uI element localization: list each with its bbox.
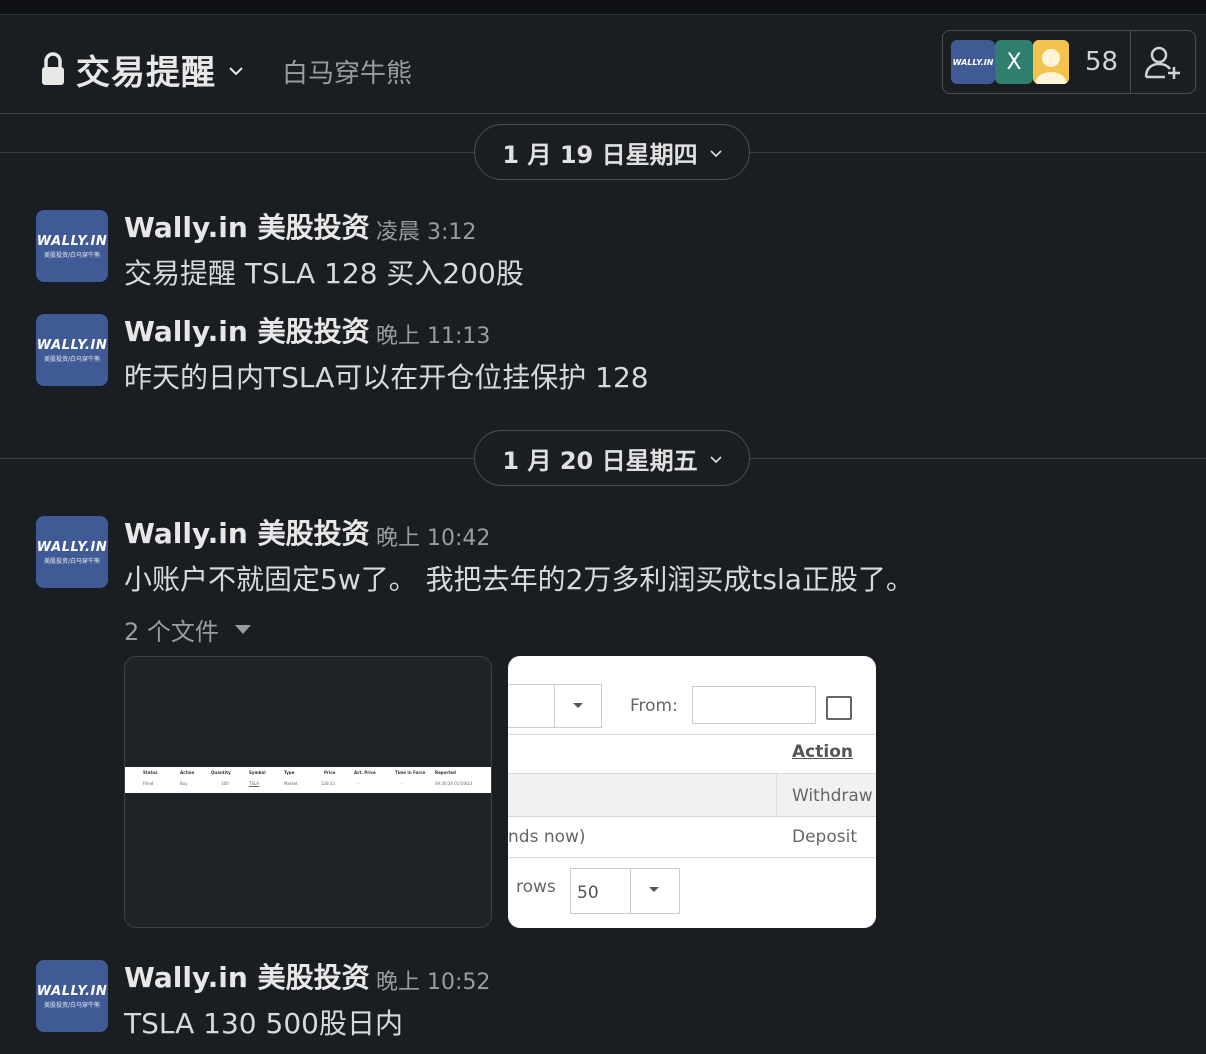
message-author[interactable]: Wally.in 美股投资 — [124, 206, 370, 246]
avatar[interactable]: WALLY.IN 美股投资/白马穿牛熊 — [36, 314, 108, 386]
action-column-header: Action — [792, 742, 853, 762]
table-cell: - — [401, 781, 403, 786]
table-cell: Filled — [143, 781, 154, 786]
table-header: Price — [324, 770, 336, 775]
divider — [776, 774, 777, 816]
message-author[interactable]: Wally.in 美股投资 — [124, 310, 370, 350]
message-timestamp[interactable]: 晚上 11:13 — [376, 318, 490, 350]
message-author[interactable]: Wally.in 美股投资 — [124, 512, 370, 552]
avatar-subtext: 美股投资/白马穿牛熊 — [43, 355, 101, 363]
chevron-down-icon — [228, 58, 244, 82]
table-cell: nds now) — [508, 827, 586, 847]
calendar-icon — [826, 696, 852, 720]
table-cell: TSLA — [249, 781, 260, 786]
order-table-strip: Status Action Quantity Symbol Type Price… — [125, 767, 491, 793]
day-label: 1 月 19 日星期四 — [502, 140, 698, 169]
avatar-subtext: 美股投资/白马穿牛熊 — [43, 1001, 101, 1009]
message-timestamp[interactable]: 晚上 10:42 — [376, 520, 490, 552]
caret-down-icon — [234, 625, 251, 634]
files-count-label: 2 个文件 — [124, 618, 219, 646]
avatar[interactable]: WALLY.IN 美股投资/白马穿牛熊 — [36, 210, 108, 282]
triangle-down-icon — [649, 887, 659, 892]
channel-topic[interactable]: 白马穿牛熊 — [282, 53, 412, 90]
from-date-input — [692, 686, 816, 724]
table-header: Type — [284, 770, 295, 775]
day-divider-button[interactable]: 1 月 20 日星期五 — [474, 430, 750, 486]
member-avatar-x: X — [995, 40, 1033, 84]
table-header: Act. Price — [354, 770, 376, 775]
divider — [508, 734, 876, 735]
channel-header: 交易提醒 白马穿牛熊 WALLY.IN X 58 — [0, 15, 1206, 114]
member-count: 58 — [1085, 47, 1119, 77]
avatar[interactable]: WALLY.IN 美股投资/白马穿牛熊 — [36, 960, 108, 1032]
file-thumbnail-1[interactable]: Status Action Quantity Symbol Type Price… — [124, 656, 492, 928]
window-top-strip — [0, 0, 1206, 15]
message-timestamp[interactable]: 晚上 10:52 — [376, 964, 490, 996]
table-cell: Buy — [180, 781, 188, 786]
table-cell: 09:30:34 01/19/23 — [435, 781, 473, 786]
triangle-down-icon — [573, 703, 583, 708]
day-label: 1 月 20 日星期五 — [502, 446, 698, 475]
divider — [1130, 31, 1131, 93]
message-author[interactable]: Wally.in 美股投资 — [124, 956, 370, 996]
table-cell: Market — [284, 781, 298, 786]
lock-icon — [40, 51, 66, 89]
message-text: 昨天的日内TSLA可以在开仓位挂保护 128 — [124, 361, 649, 394]
rows-select: 50 — [570, 868, 680, 914]
chevron-down-icon — [710, 449, 722, 468]
divider — [508, 857, 876, 858]
filter-select — [508, 684, 602, 728]
avatar-text: WALLY.IN — [36, 233, 108, 249]
table-header: Quantity — [211, 770, 231, 775]
divider — [508, 816, 876, 817]
from-label: From: — [630, 696, 678, 716]
avatar-text: WALLY.IN — [36, 539, 108, 555]
channel-title-button[interactable]: 交易提醒 — [40, 45, 244, 94]
member-avatar-wally: WALLY.IN — [951, 40, 995, 84]
table-header: Time in Force — [395, 770, 426, 775]
table-cell: Deposit — [792, 827, 857, 847]
message-timestamp[interactable]: 凌晨 3:12 — [376, 214, 476, 246]
table-header: Status — [143, 770, 158, 775]
avatar[interactable]: WALLY.IN 美股投资/白马穿牛熊 — [36, 516, 108, 588]
avatar-text: WALLY.IN — [36, 337, 108, 353]
table-header: Reported — [435, 770, 456, 775]
message-text: 小账户不就固定5w了。 我把去年的2万多利润买成tsla正股了。 — [124, 563, 914, 596]
file-thumbnail-2[interactable]: From: Action Withdraw nds now) Deposit r… — [508, 656, 876, 928]
dropdown-arrow — [630, 869, 679, 913]
members-button[interactable]: WALLY.IN X 58 — [942, 30, 1196, 94]
table-cell: 128.33 — [321, 781, 335, 786]
table-cell: Withdraw — [792, 786, 873, 806]
dropdown-arrow — [554, 685, 601, 727]
message-text: 交易提醒 TSLA 128 买入200股 — [124, 257, 524, 290]
rows-value: 50 — [577, 883, 599, 903]
avatar-subtext: 美股投资/白马穿牛熊 — [43, 557, 101, 565]
table-header: Action — [180, 770, 195, 775]
files-toggle[interactable]: 2 个文件 — [124, 612, 251, 647]
chevron-down-icon — [710, 143, 722, 162]
rows-label: rows — [516, 877, 556, 897]
table-cell: - — [358, 781, 360, 786]
day-divider-button[interactable]: 1 月 19 日星期四 — [474, 124, 750, 180]
avatar-subtext: 美股投资/白马穿牛熊 — [43, 251, 101, 259]
member-avatar-default — [1033, 40, 1069, 84]
message-text: TSLA 130 500股日内 — [124, 1007, 403, 1040]
add-user-icon[interactable] — [1143, 43, 1183, 83]
table-cell: 100 — [221, 781, 229, 786]
channel-name: 交易提醒 — [76, 53, 216, 93]
avatar-text: WALLY.IN — [36, 983, 108, 999]
table-header: Symbol — [249, 770, 266, 775]
